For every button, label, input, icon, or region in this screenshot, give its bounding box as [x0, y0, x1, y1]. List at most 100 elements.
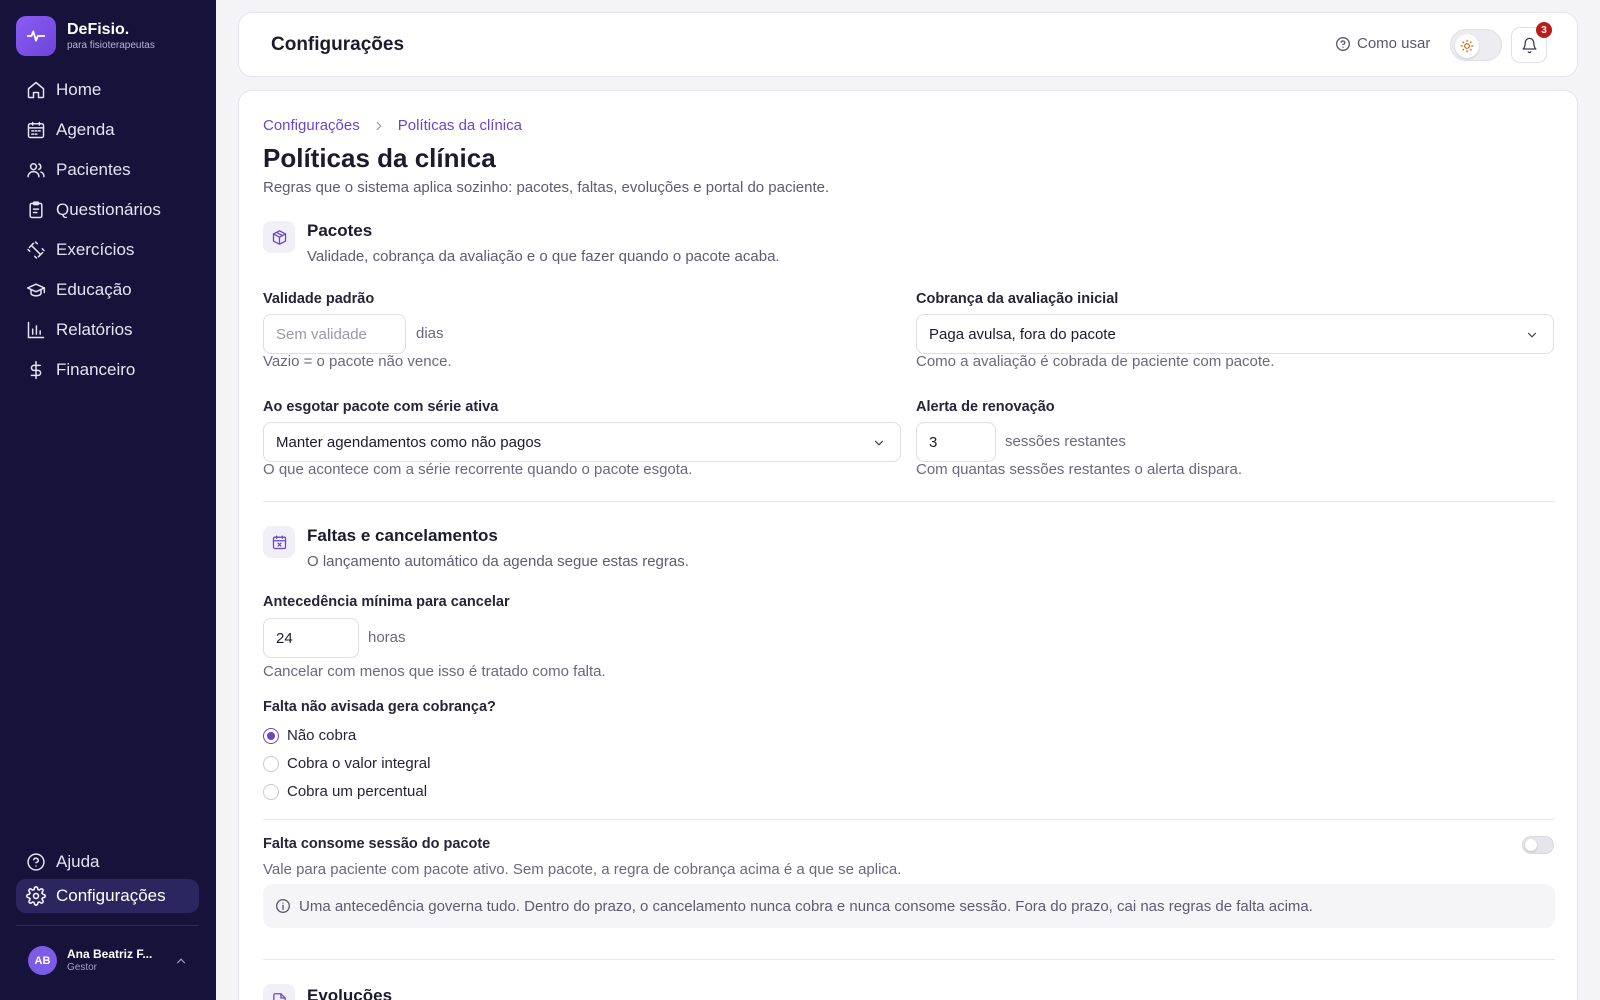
sidebar-item-label: Ajuda	[56, 852, 100, 871]
sidebar-item-label: Home	[56, 80, 102, 99]
eval-billing-select[interactable]: Paga avulsa, fora do pacote	[916, 314, 1554, 354]
dollar-icon	[30, 360, 42, 380]
info-icon	[276, 899, 290, 913]
dumbbell-icon	[27, 241, 45, 259]
calendar-x-icon	[263, 526, 295, 558]
on-exhaust-help: O que acontece com a série recorrente qu…	[263, 461, 693, 478]
radio-cobra-integral[interactable]: Cobra o valor integral	[263, 755, 430, 772]
pulse-icon	[16, 16, 56, 56]
sidebar-item-questionarios[interactable]: Questionários	[16, 190, 199, 230]
sidebar-item-label: Financeiro	[56, 360, 136, 379]
radio-label: Cobra um percentual	[287, 783, 428, 800]
breadcrumb-configuracoes[interactable]: Configurações	[263, 117, 360, 134]
chevron-down-icon	[1527, 332, 1537, 338]
section-divider	[263, 959, 1555, 960]
home-icon	[27, 81, 45, 99]
on-exhaust-select[interactable]: Manter agendamentos como não pagos	[263, 422, 901, 462]
sidebar-item-ajuda[interactable]: Ajuda	[16, 845, 199, 879]
sidebar-item-label: Relatórios	[56, 320, 133, 339]
how-to-label: Como usar	[1357, 35, 1431, 52]
consumes-session-label: Falta consome sessão do pacote	[263, 836, 491, 852]
sidebar-item-agenda[interactable]: Agenda	[16, 110, 199, 150]
chevron-right-icon	[376, 121, 382, 130]
avatar: AB	[28, 946, 57, 975]
validity-suffix: dias	[416, 325, 444, 342]
on-exhaust-label: Ao esgotar pacote com série ativa	[263, 399, 499, 415]
help-circle-icon	[27, 853, 45, 871]
renewal-alert-label: Alerta de renovação	[916, 399, 1055, 415]
radio-nao-cobra[interactable]: Não cobra	[263, 727, 356, 744]
brand-name: DeFisio.	[67, 20, 130, 38]
info-callout: Uma antecedência governa tudo. Dentro do…	[263, 884, 1555, 928]
chevron-down-icon	[874, 440, 884, 446]
consumes-session-help: Vale para paciente com pacote ativo. Sem…	[263, 861, 902, 878]
section-title-pacotes: Pacotes	[307, 221, 373, 240]
how-to-button[interactable]: Como usar	[1335, 35, 1430, 52]
on-exhaust-value: Manter agendamentos como não pagos	[276, 433, 542, 451]
sidebar-item-pacientes[interactable]: Pacientes	[16, 150, 199, 190]
validity-help: Vazio = o pacote não vence.	[263, 353, 452, 370]
sidebar-item-configuracoes[interactable]: Configurações	[16, 879, 199, 913]
gear-icon	[26, 886, 46, 906]
validity-input[interactable]: Sem validade	[263, 314, 406, 354]
calendar-icon	[27, 121, 45, 139]
sidebar-item-educacao[interactable]: Educação	[16, 270, 199, 310]
sidebar-item-label: Questionários	[56, 200, 161, 219]
sidebar-item-label: Educação	[56, 280, 132, 299]
theme-toggle[interactable]	[1450, 29, 1502, 61]
bell-icon	[1521, 37, 1537, 53]
section-description-faltas: O lançamento automático da agenda segue …	[307, 553, 689, 570]
notification-count-badge: 3	[1536, 22, 1552, 38]
renewal-alert-input[interactable]: 3	[916, 422, 996, 462]
eval-billing-label: Cobrança da avaliação inicial	[916, 291, 1119, 307]
sidebar-item-financeiro[interactable]: Financeiro	[16, 350, 199, 390]
sidebar-bottom-nav: Ajuda Configurações	[16, 845, 199, 913]
sidebar-divider	[16, 925, 199, 926]
eval-billing-help: Como a avaliação é cobrada de paciente c…	[916, 353, 1275, 370]
radio-cobra-percentual[interactable]: Cobra um percentual	[263, 783, 427, 800]
main-panel: Configurações Políticas da clínica Polít…	[238, 90, 1578, 1000]
notifications-button[interactable]: 3	[1511, 22, 1552, 63]
renewal-alert-suffix: sessões restantes	[1005, 433, 1126, 450]
sidebar: DeFisio. para fisioterapeutas Home Agend…	[0, 0, 216, 1000]
users-icon	[27, 163, 45, 178]
top-bar: Configurações Como usar 3	[238, 12, 1578, 77]
section-title-evolucoes: Evoluções	[307, 986, 393, 1000]
radio-label: Não cobra	[287, 727, 357, 744]
consumes-session-toggle[interactable]	[1522, 836, 1554, 854]
sun-icon	[1455, 34, 1479, 58]
section-divider	[263, 819, 1555, 820]
header-title: Configurações	[271, 34, 405, 55]
section-divider	[263, 501, 1555, 502]
radio-indicator	[263, 755, 279, 772]
sidebar-item-relatorios[interactable]: Relatórios	[16, 310, 199, 350]
clipboard-icon	[29, 201, 43, 219]
brand[interactable]: DeFisio. para fisioterapeutas	[16, 16, 155, 56]
sidebar-item-label: Exercícios	[56, 240, 135, 259]
sidebar-item-label: Agenda	[56, 120, 115, 139]
user-menu[interactable]: AB Ana Beatriz F... Gestor	[28, 946, 188, 975]
validity-label: Validade padrão	[263, 291, 375, 307]
help-circle-icon	[1336, 36, 1350, 51]
toggle-knob	[1525, 839, 1537, 851]
section-description-pacotes: Validade, cobrança da avaliação e o que …	[307, 248, 780, 265]
breadcrumb: Configurações Políticas da clínica	[263, 117, 522, 134]
bar-chart-icon	[27, 321, 45, 339]
info-text: Uma antecedência governa tudo. Dentro do…	[299, 897, 1313, 915]
radio-indicator	[263, 727, 279, 744]
page-title: Políticas da clínica	[263, 143, 496, 173]
min-notice-input[interactable]: 24	[263, 618, 359, 658]
user-name: Ana Beatriz F...	[67, 947, 153, 962]
chevron-up-icon	[176, 957, 186, 963]
sidebar-item-home[interactable]: Home	[16, 70, 199, 110]
sidebar-nav: Home Agenda Pacientes Questionários Exer…	[16, 70, 199, 390]
section-title-faltas: Faltas e cancelamentos	[307, 526, 498, 545]
min-notice-label: Antecedência mínima para cancelar	[263, 594, 510, 610]
no-show-charge-label: Falta não avisada gera cobrança?	[263, 699, 496, 715]
sidebar-item-label: Configurações	[56, 886, 166, 905]
renewal-alert-help: Com quantas sessões restantes o alerta d…	[916, 461, 1243, 478]
brand-tagline: para fisioterapeutas	[67, 39, 155, 51]
sidebar-item-exercicios[interactable]: Exercícios	[16, 230, 199, 270]
radio-label: Cobra o valor integral	[287, 755, 431, 772]
breadcrumb-current: Políticas da clínica	[397, 117, 522, 134]
